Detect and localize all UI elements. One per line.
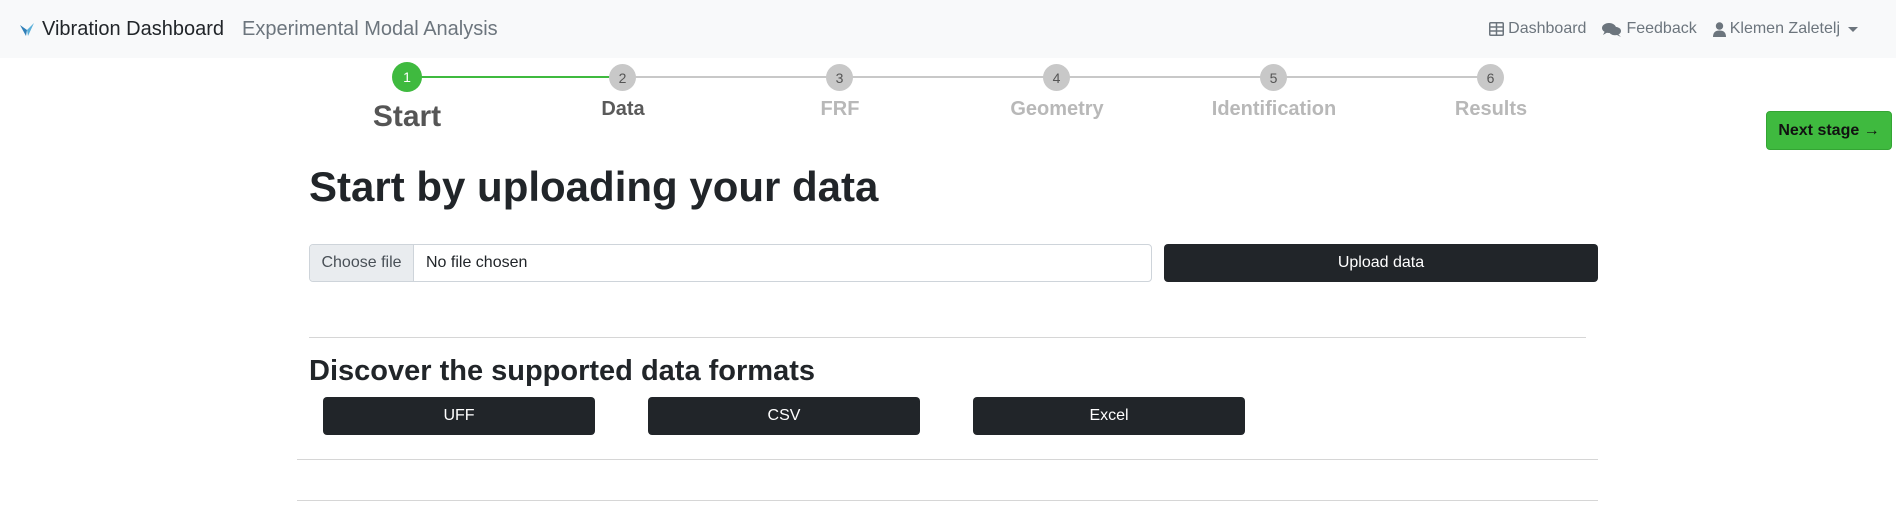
user-name: Klemen Zaletelj: [1729, 20, 1840, 37]
step-6-circle[interactable]: 6: [1477, 64, 1504, 91]
brand-logo-icon: [20, 23, 34, 36]
format-csv-button[interactable]: CSV: [648, 397, 920, 435]
divider: [297, 459, 1598, 460]
brand[interactable]: Vibration Dashboard: [18, 15, 224, 43]
divider: [309, 337, 1586, 338]
step-2-circle[interactable]: 2: [609, 64, 636, 91]
format-excel-button[interactable]: Excel: [973, 397, 1245, 435]
step-5-label[interactable]: Identification: [1184, 98, 1364, 121]
brand-title: Vibration Dashboard: [42, 17, 224, 40]
step-2-label[interactable]: Data: [533, 98, 713, 121]
step-4-label[interactable]: Geometry: [967, 98, 1147, 121]
user-icon: [1712, 21, 1726, 37]
file-status-text: No file chosen: [426, 254, 528, 271]
choose-file-button[interactable]: Choose file: [310, 245, 414, 281]
file-input[interactable]: Choose file No file chosen: [309, 244, 1152, 282]
step-6-label[interactable]: Results: [1401, 98, 1581, 121]
step-4-circle[interactable]: 4: [1043, 64, 1070, 91]
format-uff-button[interactable]: UFF: [323, 397, 595, 435]
nav-feedback-label: Feedback: [1626, 20, 1697, 37]
nav-right: Dashboard Feedback Klemen Zaletelj: [1489, 18, 1896, 40]
navbar: Vibration Dashboard Experimental Modal A…: [0, 0, 1896, 58]
nav-feedback-link[interactable]: Feedback: [1602, 20, 1697, 38]
chat-icon: [1602, 22, 1622, 37]
step-1-circle[interactable]: 1: [392, 62, 422, 92]
divider: [297, 500, 1598, 501]
nav-dashboard-link[interactable]: Dashboard: [1489, 20, 1586, 38]
user-menu-dropdown[interactable]: Klemen Zaletelj: [1712, 20, 1858, 38]
next-stage-button[interactable]: Next stage →: [1766, 111, 1892, 150]
chevron-down-icon: [1848, 26, 1858, 32]
upload-data-button[interactable]: Upload data: [1164, 244, 1598, 282]
app-subtitle: Experimental Modal Analysis: [242, 18, 498, 40]
progress-stepper: 1 2 3 4 5 6 Start Data FRF Geometry Iden…: [0, 58, 1896, 138]
nav-dashboard-label: Dashboard: [1508, 20, 1587, 37]
table-icon: [1489, 22, 1505, 36]
step-1-label[interactable]: Start: [317, 100, 497, 134]
step-3-label[interactable]: FRF: [750, 98, 930, 121]
page-title: Start by uploading your data: [309, 163, 879, 210]
step-3-circle[interactable]: 3: [826, 64, 853, 91]
step-connector-completed: [407, 76, 623, 78]
step-5-circle[interactable]: 5: [1260, 64, 1287, 91]
formats-heading: Discover the supported data formats: [309, 355, 815, 387]
